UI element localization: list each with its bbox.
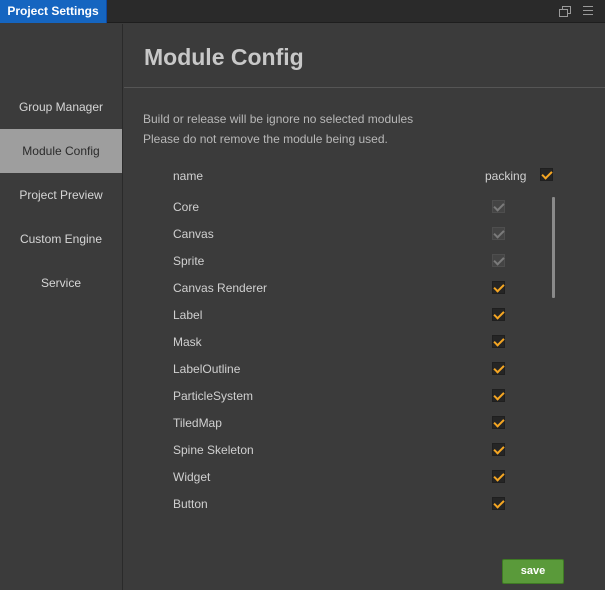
module-label-widget: Widget	[173, 470, 211, 484]
module-label-core: Core	[173, 200, 200, 214]
sidebar-item-group-manager[interactable]: Group Manager	[0, 85, 122, 129]
module-label-spine-skeleton: Spine Skeleton	[173, 443, 254, 457]
module-label-canvas: Canvas	[173, 227, 214, 241]
module-checkbox-label[interactable]	[492, 308, 505, 321]
page-title: Module Config	[144, 44, 304, 70]
column-header-packing: packing	[485, 169, 527, 183]
sidebar-item-project-preview[interactable]: Project Preview	[0, 173, 122, 217]
sidebar-item-module-config[interactable]: Module Config	[0, 129, 122, 173]
module-checkbox-particlesystem[interactable]	[492, 389, 505, 402]
module-checkbox-canvas	[492, 227, 505, 240]
column-header-name: name	[173, 169, 204, 183]
packing-select-all-checkbox[interactable]	[540, 168, 553, 181]
save-button[interactable]: save	[502, 559, 564, 584]
module-checkbox-mask[interactable]	[492, 335, 505, 348]
module-checkbox-labeloutline[interactable]	[492, 362, 505, 375]
module-label-tiledmap: TiledMap	[173, 416, 222, 430]
main-panel: Module Config Build or release will be i…	[124, 24, 605, 590]
module-checkbox-button[interactable]	[492, 497, 505, 510]
tab-project-settings[interactable]: Project Settings	[0, 0, 107, 23]
module-checkbox-widget[interactable]	[492, 470, 505, 483]
title-bar: Project Settings	[0, 0, 605, 23]
restore-window-icon[interactable]	[557, 4, 571, 18]
module-label-canvas-renderer: Canvas Renderer	[173, 281, 268, 295]
module-label-mask: Mask	[173, 335, 202, 349]
module-checkbox-canvas-renderer[interactable]	[492, 281, 505, 294]
module-checkbox-sprite	[492, 254, 505, 267]
hamburger-menu-icon[interactable]	[581, 4, 595, 18]
title-divider	[124, 87, 605, 88]
module-label-button: Button	[173, 497, 208, 511]
module-label-particlesystem: ParticleSystem	[173, 389, 254, 403]
module-checkbox-spine-skeleton[interactable]	[492, 443, 505, 456]
module-list-scrollbar-thumb[interactable]	[552, 197, 555, 298]
module-label-labeloutline: LabelOutline	[173, 362, 241, 376]
description-line-1: Build or release will be ignore no selec…	[143, 112, 414, 126]
module-checkbox-core	[492, 200, 505, 213]
module-checkbox-tiledmap[interactable]	[492, 416, 505, 429]
module-label-sprite: Sprite	[173, 254, 205, 268]
module-label-label: Label	[173, 308, 203, 322]
sidebar-item-service[interactable]: Service	[0, 261, 122, 305]
sidebar: Group Manager Module Config Project Prev…	[0, 24, 123, 590]
sidebar-item-custom-engine[interactable]: Custom Engine	[0, 217, 122, 261]
description-line-2: Please do not remove the module being us…	[143, 132, 388, 146]
